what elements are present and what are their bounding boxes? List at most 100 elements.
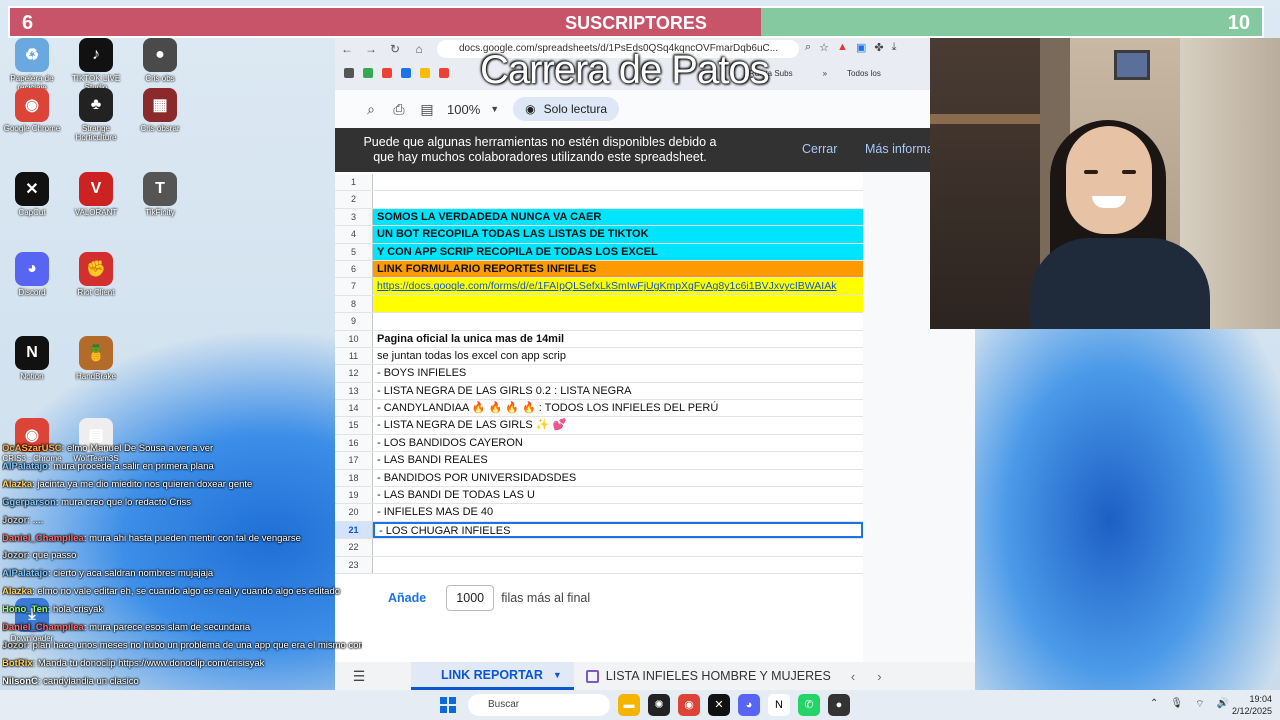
home-icon[interactable]: ⌂: [407, 42, 431, 56]
sheet-cell[interactable]: - INFIELES MAS DE 40: [373, 504, 863, 520]
row-header[interactable]: 1: [335, 174, 373, 191]
obs-icon[interactable]: ●: [828, 694, 850, 716]
bookmark-star-icon[interactable]: ☆: [819, 41, 829, 54]
sheet-tabs-bar: ☰ LINK REPORTAR ▼ LISTA INFIELES HOMBRE …: [335, 662, 975, 690]
snackbar-more-info-button[interactable]: Más informa: [865, 142, 934, 156]
row-header[interactable]: 5: [335, 243, 373, 260]
sheet-cell[interactable]: Pagina oficial la unica mas de 14mil: [373, 331, 863, 347]
print-icon[interactable]: ⎙: [385, 101, 413, 118]
download-icon[interactable]: ⤓: [892, 41, 897, 54]
chevron-up-icon[interactable]: ⌃: [1150, 698, 1158, 711]
search-icon[interactable]: ⌕: [357, 101, 385, 118]
bookmark-icon[interactable]: [420, 68, 430, 78]
extension-icon[interactable]: ▲: [837, 41, 848, 54]
sheet-cell[interactable]: [373, 174, 863, 190]
sheet-cell[interactable]: LINK FORMULARIO REPORTES INFIELES: [373, 260, 863, 278]
file-explorer-icon[interactable]: ▬: [618, 694, 640, 716]
sheet-cell[interactable]: - CANDYLANDIAA 🔥 🔥 🔥 🔥 : TODOS LOS INFIE…: [373, 400, 863, 416]
drive-bookmark-icon[interactable]: [363, 68, 373, 78]
sheet-cell[interactable]: - BANDIDOS POR UNIVERSIDADSDES: [373, 470, 863, 486]
sheet-cell[interactable]: se juntan todas los excel con app scrip: [373, 348, 863, 364]
row-header[interactable]: 12: [335, 365, 373, 382]
discord-icon[interactable]: ◕: [738, 694, 760, 716]
chevron-down-icon[interactable]: ▼: [490, 104, 499, 114]
desktop-icon[interactable]: ♻Papelera de reciclaje: [0, 38, 64, 92]
scroll-right-icon[interactable]: ›: [877, 669, 881, 684]
sheet-cell[interactable]: UN BOT RECOPILA TODAS LAS LISTAS DE TIKT…: [373, 226, 863, 243]
whatsapp-icon[interactable]: ✆: [798, 694, 820, 716]
sheet-cell[interactable]: - LAS BANDI DE TODAS LAS U: [373, 487, 863, 503]
sheet-cell[interactable]: - LISTA NEGRA DE LAS GIRLS ✨ 💕: [373, 417, 863, 433]
sheet-cell[interactable]: SOMOS LA VERDADEDA NUNCA VA CAER: [373, 208, 863, 226]
docs-extension-icon[interactable]: ▣: [856, 41, 866, 54]
microphone-icon[interactable]: 🎙: [1170, 698, 1183, 711]
row-header[interactable]: 2: [335, 191, 373, 208]
desktop-icon[interactable]: ● Cris obs: [128, 38, 192, 83]
chatgpt-icon[interactable]: ✺: [648, 694, 670, 716]
sheet-cell[interactable]: [373, 191, 863, 207]
row-header[interactable]: 15: [335, 417, 373, 434]
sheet-cell[interactable]: https://docs.google.com/forms/d/e/1FAIpQ…: [373, 278, 863, 295]
chrome-icon[interactable]: ◉: [678, 694, 700, 716]
taskbar-clock[interactable]: 19:04 2/12/2025: [1228, 693, 1272, 717]
desktop-icon[interactable]: ◉ Google Chrome: [0, 88, 64, 133]
desktop-icon[interactable]: ♣ Strange Horticulture: [64, 88, 128, 142]
add-rows-button[interactable]: Añade: [388, 591, 426, 605]
sheet-cell[interactable]: - LOS CHUGAR INFIELES: [373, 521, 863, 539]
sheet-cell[interactable]: Y CON APP SCRIP RECOPILA DE TODAS LOS EX…: [373, 243, 863, 260]
zoom-select[interactable]: 100%: [447, 102, 480, 117]
desktop-icon[interactable]: N Notion: [0, 336, 64, 381]
forward-icon[interactable]: →: [359, 42, 383, 56]
row-header[interactable]: 14: [335, 400, 373, 417]
bookmark-folder-todos[interactable]: Todos los: [847, 69, 881, 78]
add-rows-count-input[interactable]: 1000: [446, 585, 495, 611]
row-header[interactable]: 13: [335, 382, 373, 400]
row-header[interactable]: 4: [335, 226, 373, 243]
snackbar-close-button[interactable]: Cerrar: [802, 142, 837, 156]
scroll-left-icon[interactable]: ‹: [851, 669, 855, 684]
sheet-cell[interactable]: [373, 295, 863, 313]
row-header[interactable]: 6: [335, 260, 373, 278]
capcut-icon[interactable]: ✕: [708, 694, 730, 716]
desktop-icon[interactable]: ◕ Discord: [0, 252, 64, 297]
caret-down-icon[interactable]: ▼: [553, 670, 562, 680]
desktop-icon[interactable]: V VALORANT: [64, 172, 128, 217]
desktop-icon[interactable]: ✕ CapCut: [0, 172, 64, 217]
sheet-cell[interactable]: - LOS BANDIDOS CAYERON: [373, 435, 863, 451]
table-row: 8: [335, 295, 863, 314]
zoom-icon[interactable]: ⌕: [805, 41, 811, 54]
bookmarks-overflow-icon[interactable]: »: [823, 69, 827, 78]
sheet-cell[interactable]: - LISTA NEGRA DE LAS GIRLS 0.2 : LISTA N…: [373, 383, 863, 399]
desktop-icon[interactable]: ✊ Riot Client: [64, 252, 128, 297]
row-header[interactable]: 9: [335, 313, 373, 330]
tab-lista-infieles[interactable]: LISTA INFIELES HOMBRE Y MUJERES: [574, 669, 843, 683]
sheet-cell[interactable]: - LAS BANDI REALES: [373, 452, 863, 468]
puzzle-icon[interactable]: ✤: [874, 41, 883, 54]
back-icon[interactable]: ←: [335, 42, 359, 56]
desktop-icon[interactable]: T TikFinity: [128, 172, 192, 217]
row-header[interactable]: 10: [335, 330, 373, 347]
sheet-cell[interactable]: - BOYS INFIELES: [373, 365, 863, 381]
desktop-icon[interactable]: 🍍 HandBrake: [64, 336, 128, 381]
bookmark-icon[interactable]: [401, 68, 411, 78]
row-header[interactable]: 7: [335, 278, 373, 295]
bookmark-icon[interactable]: [439, 68, 449, 78]
sheet-cell[interactable]: [373, 313, 863, 329]
reload-icon[interactable]: ↻: [383, 42, 407, 56]
tab-link-reportar[interactable]: LINK REPORTAR ▼: [411, 662, 574, 690]
row-header[interactable]: 8: [335, 295, 373, 313]
sheet-cell[interactable]: [373, 557, 863, 573]
notion-icon[interactable]: N: [768, 694, 790, 716]
sheet-cell[interactable]: [373, 539, 863, 555]
taskbar-search[interactable]: Buscar: [468, 694, 610, 716]
row-header[interactable]: 11: [335, 347, 373, 365]
wifi-icon[interactable]: ⌔: [1195, 698, 1204, 711]
row-header[interactable]: 3: [335, 208, 373, 226]
apps-grid-icon[interactable]: [344, 68, 354, 78]
gmail-bookmark-icon[interactable]: [382, 68, 392, 78]
desktop-icon[interactable]: ♪TIKTOK LIVE Studio: [64, 38, 128, 92]
format-icon[interactable]: ▤: [413, 101, 441, 118]
windows-start-icon[interactable]: [440, 697, 456, 713]
view-only-pill[interactable]: ◉ Solo lectura: [513, 97, 620, 121]
desktop-icon[interactable]: ▦ Cris obsrar: [128, 88, 192, 133]
